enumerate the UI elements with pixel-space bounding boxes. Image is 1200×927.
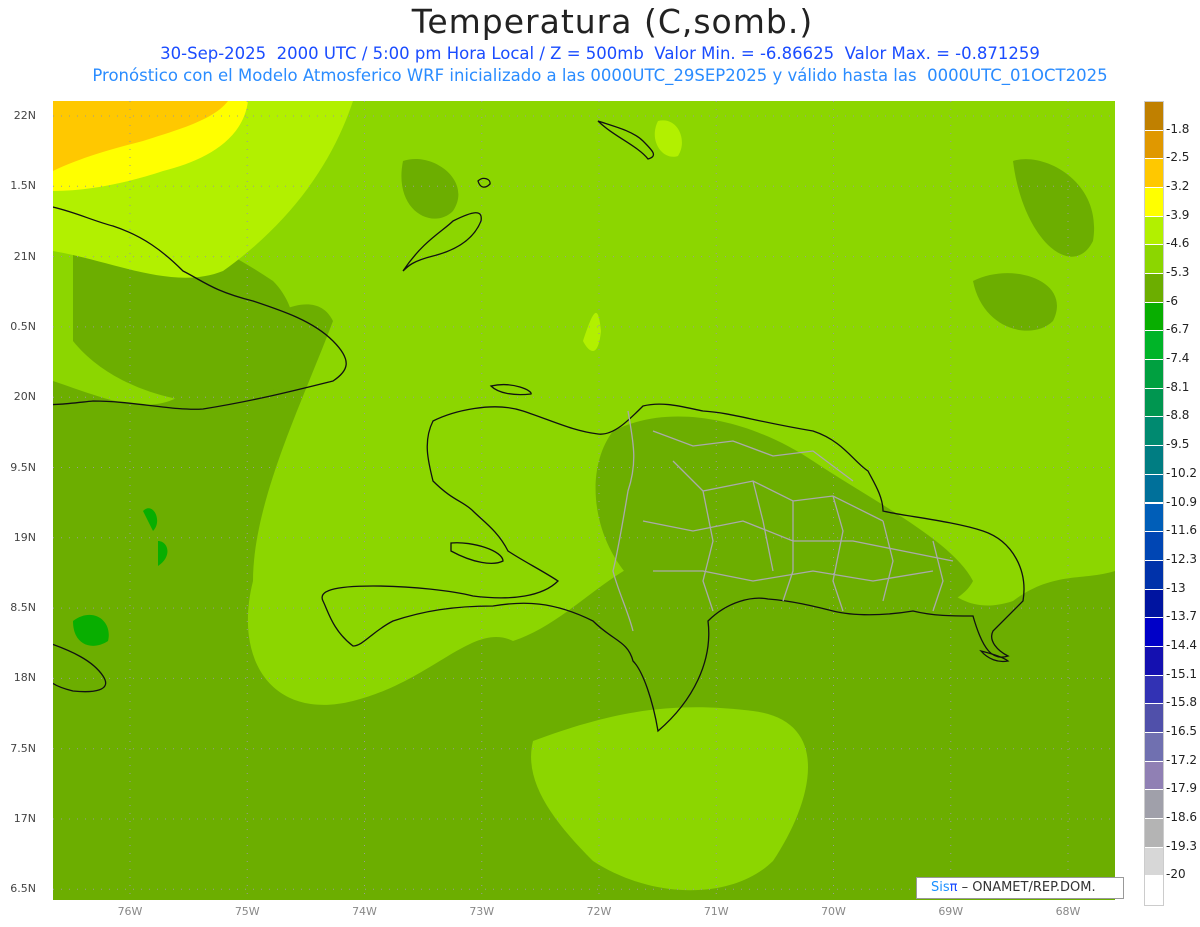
lon-tick-label: 74W bbox=[352, 905, 377, 918]
colorbar-label: -9.5 bbox=[1166, 437, 1190, 452]
colorbar-label: -4.6 bbox=[1166, 236, 1190, 251]
lat-tick-label: 1.5N bbox=[10, 179, 36, 193]
colorbar-segment bbox=[1145, 360, 1163, 389]
colorbar-segment bbox=[1145, 302, 1163, 332]
colorbar-segment bbox=[1145, 474, 1163, 504]
lat-tick-label: 21N bbox=[13, 249, 36, 263]
colorbar-label: -2.5 bbox=[1166, 150, 1190, 165]
lat-tick-label: 19N bbox=[13, 530, 36, 544]
chart-title: Temperatura (C,somb.) bbox=[411, 2, 814, 41]
colorbar-segment bbox=[1145, 274, 1163, 303]
lon-tick-label: 68W bbox=[1055, 905, 1081, 918]
colorbar-segment bbox=[1145, 675, 1163, 705]
colorbar-segment bbox=[1145, 331, 1163, 361]
colorbar-label: -15.8 bbox=[1166, 695, 1198, 710]
colorbar-segment bbox=[1145, 732, 1163, 762]
subtitle-valid-time: 30-Sep-2025 2000 UTC / 5:00 pm Hora Loca… bbox=[160, 44, 1040, 63]
colorbar-segment bbox=[1145, 388, 1163, 418]
lat-tick-label: 22N bbox=[13, 109, 36, 122]
colorbar-label: -1.8 bbox=[1166, 121, 1190, 136]
colorbar-segment bbox=[1145, 646, 1163, 676]
colorbar-label: -12.3 bbox=[1166, 551, 1198, 566]
colorbar-label: -15.1 bbox=[1166, 666, 1198, 681]
lat-tick-label: 9.5N bbox=[10, 460, 36, 474]
colorbar-label: -3.9 bbox=[1166, 207, 1190, 222]
colorbar-segment bbox=[1145, 847, 1163, 877]
lon-tick-label: 69W bbox=[938, 905, 964, 918]
lon-tick-label: 71W bbox=[703, 905, 729, 918]
credit-text: – ONAMET/REP.DOM. bbox=[961, 880, 1096, 895]
lon-tick-label: 76W bbox=[117, 905, 143, 918]
colorbar-label: -19.3 bbox=[1166, 838, 1198, 853]
lat-tick-label: 8.5N bbox=[10, 601, 36, 615]
credit-box: Sisπ – ONAMET/REP.DOM. bbox=[916, 877, 1124, 899]
temperature-map bbox=[53, 101, 1115, 900]
colorbar-label: -17.2 bbox=[1166, 752, 1198, 767]
colorbar-label: -13.7 bbox=[1166, 609, 1198, 624]
subtitle-model-info: Pronóstico con el Modelo Atmosferico WRF… bbox=[92, 66, 1108, 85]
lat-tick-label: 17N bbox=[13, 812, 36, 825]
colorbar-label: -7.4 bbox=[1166, 351, 1190, 366]
lat-tick-label: 0.5N bbox=[10, 319, 36, 333]
colorbar bbox=[1144, 101, 1164, 906]
colorbar-segment bbox=[1145, 761, 1163, 791]
colorbar-label: -13 bbox=[1166, 580, 1186, 595]
colorbar-label: -10.9 bbox=[1166, 494, 1198, 509]
colorbar-label: -16.5 bbox=[1166, 723, 1198, 738]
colorbar-segment bbox=[1145, 130, 1163, 160]
colorbar-label: -8.8 bbox=[1166, 408, 1190, 423]
colorbar-label: -17.9 bbox=[1166, 781, 1198, 796]
colorbar-label: -6.7 bbox=[1166, 322, 1190, 337]
colorbar-label: -10.2 bbox=[1166, 465, 1198, 480]
lon-tick-label: 70W bbox=[821, 905, 846, 918]
colorbar-segment bbox=[1145, 188, 1163, 217]
colorbar-segment bbox=[1145, 876, 1163, 905]
lat-tick-label: 20N bbox=[13, 390, 36, 404]
colorbar-segment bbox=[1145, 618, 1163, 647]
colorbar-segment bbox=[1145, 102, 1163, 131]
colorbar-segment bbox=[1145, 417, 1163, 447]
lat-tick-label: 18N bbox=[13, 671, 36, 685]
colorbar-segment bbox=[1145, 532, 1163, 561]
colorbar-segment bbox=[1145, 245, 1163, 275]
colorbar-segment bbox=[1145, 159, 1163, 189]
lon-tick-label: 75W bbox=[234, 905, 260, 918]
colorbar-segment bbox=[1145, 790, 1163, 819]
colorbar-segment bbox=[1145, 560, 1163, 590]
colorbar-label: -11.6 bbox=[1166, 523, 1198, 538]
lon-tick-label: 72W bbox=[586, 905, 612, 918]
colorbar-segment bbox=[1145, 503, 1163, 533]
colorbar-segment bbox=[1145, 818, 1163, 848]
colorbar-label: -18.6 bbox=[1166, 809, 1198, 824]
colorbar-label: -14.4 bbox=[1166, 637, 1198, 652]
colorbar-segment bbox=[1145, 589, 1163, 619]
credit-pi: π bbox=[949, 880, 958, 895]
colorbar-segment bbox=[1145, 446, 1163, 475]
lon-tick-label: 73W bbox=[469, 905, 495, 918]
colorbar-segment bbox=[1145, 216, 1163, 246]
lat-tick-label: 6.5N bbox=[10, 882, 36, 896]
colorbar-label: -5.3 bbox=[1166, 265, 1190, 280]
colorbar-label: -8.1 bbox=[1166, 379, 1190, 394]
colorbar-label: -3.2 bbox=[1166, 179, 1190, 194]
colorbar-label: -20 bbox=[1166, 867, 1186, 882]
colorbar-label: -6 bbox=[1166, 293, 1178, 308]
lat-tick-label: 7.5N bbox=[10, 741, 36, 755]
colorbar-segment bbox=[1145, 704, 1163, 733]
credit-brand: Sis bbox=[931, 880, 950, 895]
